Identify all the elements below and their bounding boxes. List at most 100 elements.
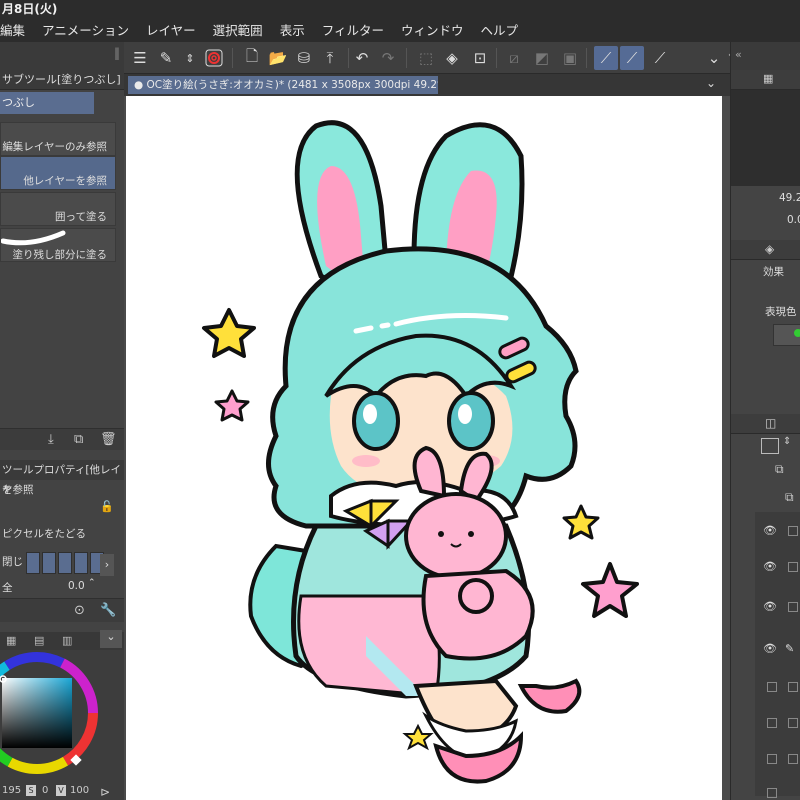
layer-checkbox[interactable] [788, 682, 798, 692]
layer-checkbox[interactable] [788, 602, 798, 612]
layer-property-icon: ◈ [765, 242, 775, 256]
duplicate-icon[interactable]: ⧉ [74, 432, 83, 447]
plush-eye-right [468, 531, 474, 537]
menu-help[interactable]: ヘルプ [480, 20, 518, 42]
zoom-value[interactable]: 49.2 [779, 192, 800, 204]
menu-bar: 月8日(火) 編集 アニメーション レイヤー 選択範囲 表示 フィルター ウィン… [0, 0, 800, 42]
subtool-option-enclose[interactable]: 囲って塗る [0, 192, 116, 226]
eye-icon[interactable]: 👁 [763, 524, 777, 537]
expand-icon[interactable]: « [735, 48, 742, 61]
trash-icon[interactable]: 🗑 [100, 432, 117, 447]
chevron-down-icon[interactable]: ⌄ [702, 46, 726, 70]
expand-icon[interactable]: ⇕ [178, 46, 202, 70]
import-icon[interactable]: ⤓ [48, 432, 54, 447]
character-illustration [202, 120, 639, 784]
separator [406, 48, 407, 68]
layer-checkbox[interactable] [788, 562, 798, 572]
option-label: 囲って塗る [55, 211, 107, 223]
navigator-preview[interactable] [731, 90, 800, 186]
layer-checkbox[interactable] [767, 682, 777, 692]
subtool-option-fill-gaps[interactable]: 塗り残し部分に塗る [0, 228, 116, 262]
level-box[interactable] [26, 552, 40, 574]
color-wheel-tab-icon[interactable]: ▦ [6, 634, 16, 647]
menu-icon[interactable]: ☰ [128, 46, 152, 70]
expression-color-label: 表現色 [765, 306, 797, 318]
lock-icon[interactable]: 🔓 [100, 500, 114, 513]
document-tab[interactable]: ● OC塗り絵(うさぎ:オオカミ)* (2481 x 3508px 300dpi… [128, 76, 438, 94]
perspective-snap-icon[interactable]: ⟋ [648, 46, 672, 70]
effect-label: 効果 [763, 266, 784, 278]
stepper-icon[interactable]: ⌃ [88, 578, 96, 588]
save-icon[interactable]: ⛁ [292, 46, 316, 70]
menu-edit[interactable]: 編集 [0, 20, 25, 42]
menu-selection[interactable]: 選択範囲 [213, 20, 263, 42]
new-file-icon[interactable]: 🗋 [240, 46, 264, 70]
edit-icon[interactable]: ✎ [154, 46, 178, 70]
menu-view[interactable]: 表示 [280, 20, 305, 42]
layer-checkbox[interactable] [788, 526, 798, 536]
redo-icon[interactable]: ↷ [376, 46, 400, 70]
menu-window[interactable]: ウィンドウ [401, 20, 464, 42]
plush-head [404, 492, 508, 580]
level-box[interactable] [74, 552, 88, 574]
chevron-right-icon[interactable]: › [100, 554, 114, 576]
close-gap-level-selector[interactable] [26, 552, 104, 574]
undo-icon[interactable]: ↶ [350, 46, 374, 70]
menu-layer[interactable]: レイヤー [146, 20, 196, 42]
new-layer-icon[interactable]: ⧉ [785, 490, 794, 505]
selection-icon[interactable]: ▣ [558, 46, 582, 70]
separator [586, 48, 587, 68]
left-blush [352, 455, 380, 467]
subtool-selected-item[interactable]: つぶし [0, 92, 94, 114]
value-number[interactable]: 0.0 [68, 580, 85, 592]
eye-icon[interactable]: 👁 [763, 642, 777, 655]
layer-checkbox[interactable] [788, 718, 798, 728]
clear-icon[interactable]: ⬚ [414, 46, 438, 70]
chevron-down-icon[interactable]: ⌄ [706, 76, 716, 90]
eye-icon[interactable]: 👁 [763, 600, 777, 613]
swirl-icon[interactable] [202, 46, 226, 70]
export-icon[interactable]: ⤒ [318, 46, 342, 70]
level-box[interactable] [42, 552, 56, 574]
menu-filter[interactable]: フィルター [322, 20, 384, 42]
stepper-icon[interactable]: ⇕ [783, 436, 791, 447]
rotation-value[interactable]: 0.0 [787, 214, 800, 226]
layer-checkbox[interactable] [767, 754, 777, 764]
pencil-icon[interactable]: ✎ [785, 642, 794, 655]
wrench-icon[interactable]: 🔧 [100, 603, 116, 618]
blend-mode-dropdown[interactable] [761, 438, 779, 454]
left-panel: ‖ サブツール[塗りつぶし] つぶし 編集レイヤーのみ参照 他レイヤーを参照 囲… [0, 42, 124, 800]
expression-color-dropdown[interactable] [773, 324, 800, 346]
color-set-tab-icon[interactable]: ▤ [34, 634, 44, 647]
open-folder-icon[interactable]: 📂 [266, 46, 290, 70]
brush-snap-icon[interactable]: ⟋ [620, 46, 644, 70]
plush-arm [458, 578, 494, 614]
layer-checkbox[interactable] [788, 754, 798, 764]
v-value: 100 [70, 785, 90, 796]
subtool-option-edit-layer[interactable]: 編集レイヤーのみ参照 [0, 122, 116, 156]
chevron-down-icon[interactable]: ⌄ [100, 630, 122, 648]
ruler-snap-icon[interactable]: ⟋ [594, 46, 618, 70]
color-dot [794, 329, 800, 337]
play-circle-icon[interactable]: ⊳ [100, 783, 110, 800]
transform-icon[interactable]: ⊡ [468, 46, 492, 70]
level-box[interactable] [58, 552, 72, 574]
option-label: 他レイヤーを参照 [23, 175, 107, 187]
layer-checkbox[interactable] [767, 788, 777, 798]
color-history-tab-icon[interactable]: ▥ [62, 634, 72, 647]
drawing-canvas[interactable] [126, 96, 722, 800]
h-value: 195 [2, 785, 22, 796]
hue-ring[interactable] [0, 648, 102, 778]
layer-checkbox[interactable] [767, 718, 777, 728]
subtool-option-other-layer[interactable]: 他レイヤーを参照 [0, 156, 116, 190]
follow-pixels-label: ピクセルをたどる [2, 528, 86, 540]
fill-icon[interactable]: ◈ [440, 46, 464, 70]
reset-icon[interactable]: ⊙ [74, 603, 85, 618]
eye-icon[interactable]: 👁 [763, 560, 777, 573]
menu-animation[interactable]: アニメーション [42, 20, 129, 42]
invert-selection-icon[interactable]: ◩ [530, 46, 554, 70]
duplicate-icon[interactable]: ⧉ [775, 462, 784, 477]
deselect-icon[interactable]: ⧄ [502, 46, 526, 70]
panel-grip-icon[interactable]: ‖ [114, 46, 120, 60]
command-bar: ☰ ✎ ⇕ 🗋 📂 ⛁ ⤒ ↶ ↷ ⬚ ◈ ⊡ ⧄ ◩ ▣ ⟋ ⟋ ⟋ ⌄ « … [124, 42, 800, 74]
